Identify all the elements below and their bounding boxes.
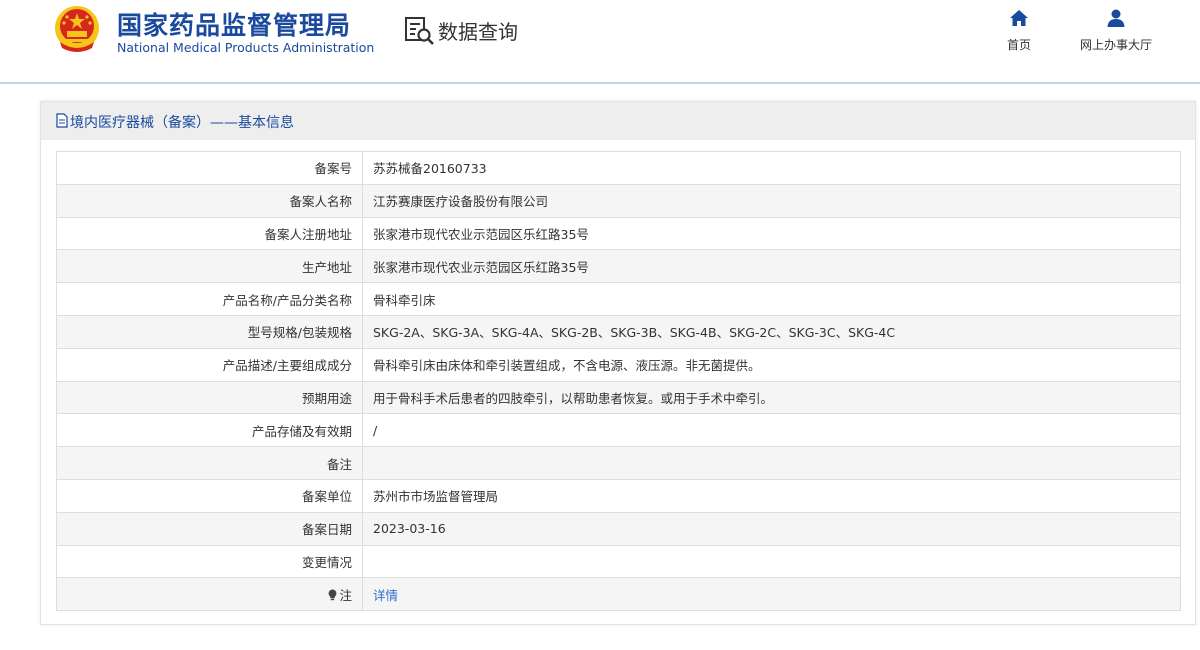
field-label: 备案单位 [56, 478, 363, 513]
document-icon [56, 113, 68, 128]
field-value: 用于骨科手术后患者的四肢牵引，以帮助患者恢复。或用于手术中牵引。 [362, 380, 1181, 415]
field-label: 型号规格/包装规格 [56, 314, 363, 349]
note-label-cell: 注 [56, 577, 363, 612]
field-label: 产品名称/产品分类名称 [56, 282, 363, 316]
nav-online-hall[interactable]: 网上办事大厅 [1068, 8, 1164, 53]
field-label: 产品存储及有效期 [56, 413, 363, 448]
field-value: 骨科牵引床 [362, 282, 1181, 316]
field-label: 备注 [56, 446, 363, 480]
table-row: 预期用途 用于骨科手术后患者的四肢牵引，以帮助患者恢复。或用于手术中牵引。 [56, 380, 1181, 415]
field-label: 生产地址 [56, 249, 363, 284]
field-label: 注 [339, 587, 352, 603]
field-value: / [362, 413, 1181, 448]
table-row: 注 详情 [56, 577, 1181, 612]
table-row: 产品存储及有效期 / [56, 413, 1181, 448]
site-header: 国家药品监督管理局 National Medical Products Admi… [0, 0, 1200, 84]
nav-home-label: 首页 [1006, 38, 1031, 52]
field-label: 备案人名称 [56, 183, 363, 218]
field-label: 备案人注册地址 [56, 216, 363, 251]
field-value: 江苏赛康医疗设备股份有限公司 [362, 183, 1181, 218]
table-row: 备案日期 2023-03-16 [56, 511, 1181, 546]
field-value: 详情 [362, 577, 1181, 612]
data-query-title: 数据查询 [438, 20, 518, 44]
table-row: 备案人名称 江苏赛康医疗设备股份有限公司 [56, 183, 1181, 218]
user-icon [1107, 9, 1125, 27]
table-row: 型号规格/包装规格 SKG-2A、SKG-3A、SKG-4A、SKG-2B、SK… [56, 314, 1181, 349]
nav-online-hall-label: 网上办事大厅 [1079, 38, 1152, 52]
table-row: 备案人注册地址 张家港市现代农业示范园区乐红路35号 [56, 216, 1181, 251]
details-link[interactable]: 详情 [373, 588, 398, 603]
field-value: 张家港市现代农业示范园区乐红路35号 [362, 249, 1181, 284]
field-value: 苏苏械备20160733 [362, 151, 1181, 185]
field-value: 张家港市现代农业示范园区乐红路35号 [362, 216, 1181, 251]
basic-info-panel: 境内医疗器械（备案）——基本信息 备案号 苏苏械备20160733 备案人名称 … [40, 101, 1196, 625]
table-row: 备案单位 苏州市市场监督管理局 [56, 478, 1181, 513]
table-row: 备注 [56, 446, 1181, 480]
data-query-icon [405, 17, 434, 45]
basic-info-table: 备案号 苏苏械备20160733 备案人名称 江苏赛康医疗设备股份有限公司 备案… [56, 151, 1181, 612]
panel-header: 境内医疗器械（备案）——基本信息 [41, 102, 1195, 140]
field-label: 产品描述/主要组成成分 [56, 347, 363, 382]
field-value [362, 544, 1181, 579]
table-row: 备案号 苏苏械备20160733 [56, 151, 1181, 185]
field-label: 备案号 [56, 151, 363, 185]
field-value: 骨科牵引床由床体和牵引装置组成，不含电源、液压源。非无菌提供。 [362, 347, 1181, 382]
field-label: 变更情况 [56, 544, 363, 579]
table-row: 生产地址 张家港市现代农业示范园区乐红路35号 [56, 249, 1181, 284]
field-label: 备案日期 [56, 511, 363, 546]
field-label: 预期用途 [56, 380, 363, 415]
home-icon [1010, 10, 1028, 26]
field-value [362, 446, 1181, 480]
national-emblem-icon[interactable] [52, 4, 102, 54]
field-value: 苏州市市场监督管理局 [362, 478, 1181, 513]
field-value: 2023-03-16 [362, 511, 1181, 546]
agency-name-cn[interactable]: 国家药品监督管理局 [117, 6, 351, 42]
lightbulb-icon [329, 589, 337, 600]
table-row: 产品描述/主要组成成分 骨科牵引床由床体和牵引装置组成，不含电源、液压源。非无菌… [56, 347, 1181, 382]
table-row: 产品名称/产品分类名称 骨科牵引床 [56, 282, 1181, 316]
panel-title: 境内医疗器械（备案）——基本信息 [70, 115, 294, 131]
nav-home[interactable]: 首页 [995, 8, 1043, 53]
table-row: 变更情况 [56, 544, 1181, 579]
agency-name-en[interactable]: National Medical Products Administration [117, 40, 374, 55]
field-value: SKG-2A、SKG-3A、SKG-4A、SKG-2B、SKG-3B、SKG-4… [362, 314, 1181, 349]
